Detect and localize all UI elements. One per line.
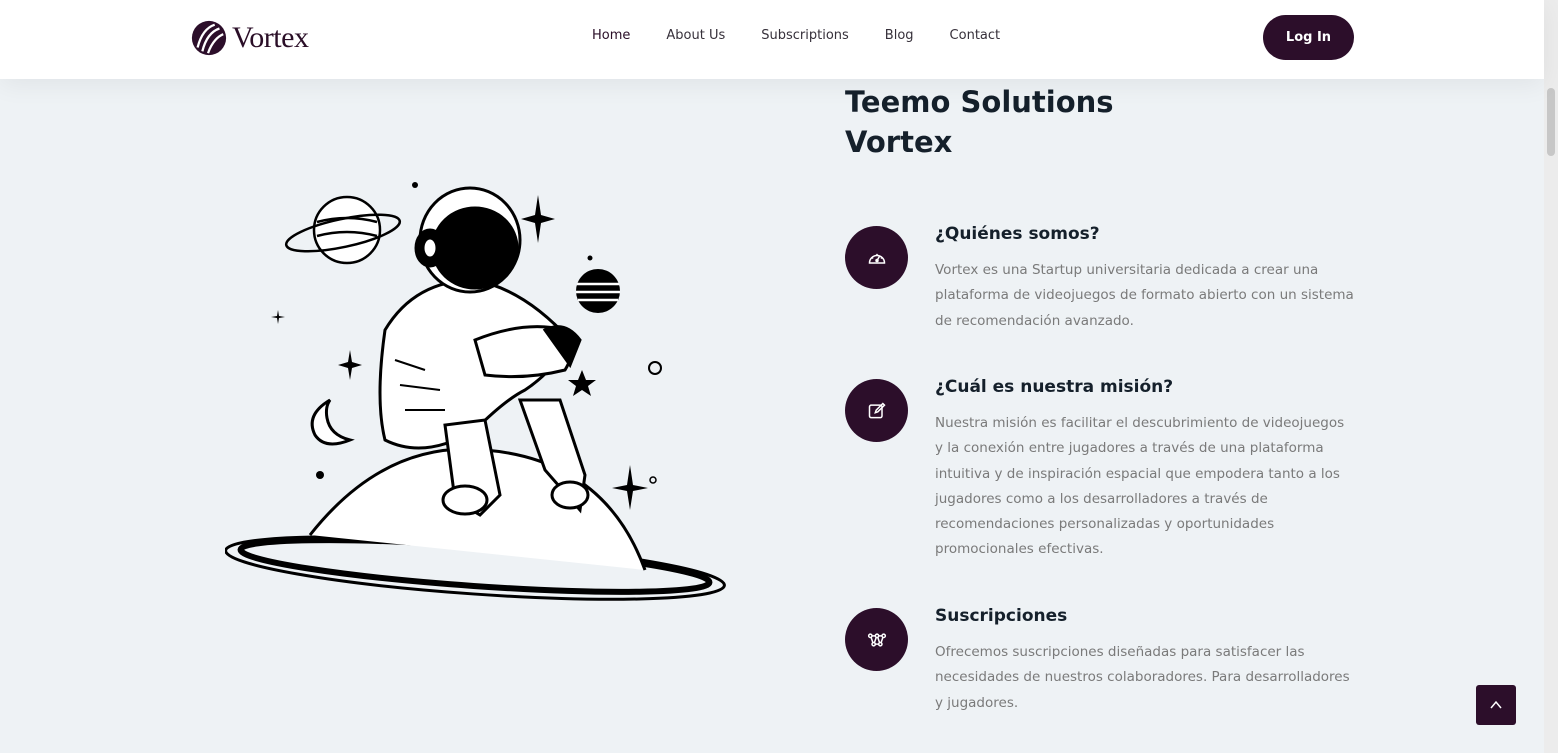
vortex-logo-icon [191, 20, 227, 56]
brand-name: Vortex [232, 21, 309, 54]
edit-icon [868, 401, 886, 418]
nav-subscriptions[interactable]: Subscriptions [761, 28, 849, 43]
speedometer-icon [868, 253, 885, 264]
feature-icon-circle [845, 379, 908, 442]
feature-icon-circle [845, 226, 908, 289]
feature-text: Vortex es una Startup universitaria dedi… [935, 262, 1354, 329]
chevron-up-icon [1490, 700, 1502, 709]
login-button[interactable]: Log In [1263, 15, 1354, 60]
scrollbar-thumb[interactable] [1547, 88, 1555, 156]
section-title: Teemo Solutions Vortex [845, 82, 1114, 162]
nav-home[interactable]: Home [592, 28, 630, 43]
feature-title: ¿Cuál es nuestra misión? [935, 377, 1174, 397]
nav-blog[interactable]: Blog [885, 28, 914, 43]
astronaut-illustration [225, 182, 726, 601]
feature-title: ¿Quiénes somos? [935, 224, 1100, 244]
title-line-2: Vortex [845, 125, 953, 159]
main-nav: Home About Us Subscriptions Blog Contact [592, 28, 1036, 43]
title-line-1: Teemo Solutions [845, 85, 1114, 119]
page-scrollbar[interactable] [1544, 0, 1558, 753]
brand-logo[interactable]: Vortex [190, 18, 309, 58]
moon-icon [310, 398, 355, 446]
navbar: Vortex Home About Us Subscriptions Blog … [0, 0, 1544, 79]
back-to-top-button[interactable] [1476, 685, 1516, 725]
striped-planet-icon [576, 269, 620, 313]
feature-icon-circle [845, 608, 908, 671]
nav-about-us[interactable]: About Us [666, 28, 725, 43]
network-icon [867, 632, 886, 647]
feature-title: Suscripciones [935, 606, 1068, 626]
feature-text: Nuestra misión es facilitar el descubrim… [935, 415, 1345, 558]
nav-contact[interactable]: Contact [950, 28, 1001, 43]
feature-text: Ofrecemos suscripciones diseñadas para s… [935, 644, 1350, 711]
ringed-planet-icon [284, 195, 402, 265]
